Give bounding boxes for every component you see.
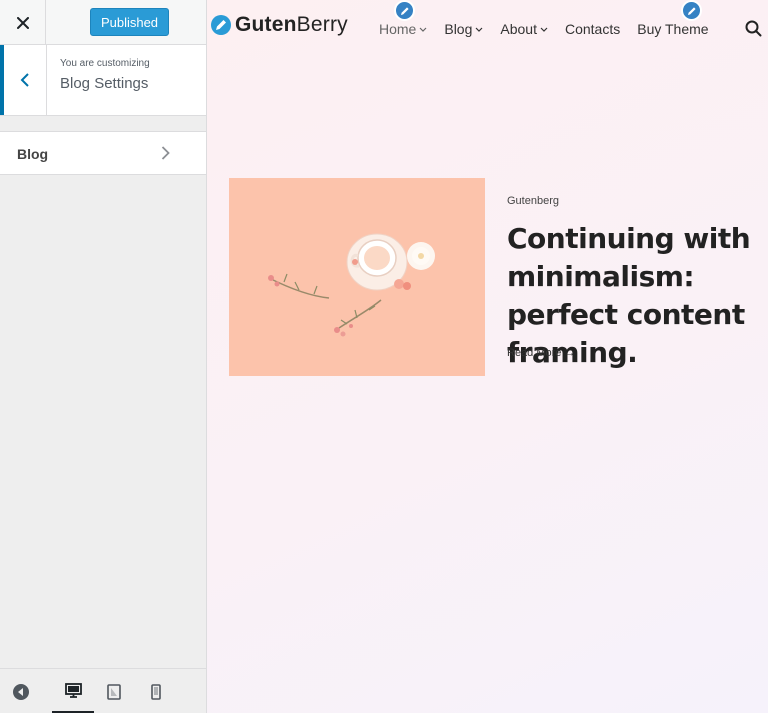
- site-title: GutenBerry: [235, 13, 348, 36]
- close-customizer-button[interactable]: [0, 0, 46, 45]
- pencil-logo-icon: [211, 15, 231, 35]
- nav-label: Blog: [444, 21, 473, 37]
- search-icon: [745, 20, 762, 37]
- site-logo[interactable]: GutenBerry: [210, 13, 348, 37]
- post-featured-image[interactable]: [229, 178, 485, 376]
- chevron-right-icon: [161, 146, 170, 160]
- read-more-link[interactable]: Read More →: [507, 347, 575, 359]
- post-category-link[interactable]: Gutenberg: [507, 195, 559, 207]
- chevron-down-icon: [419, 27, 427, 32]
- edit-shortcut-menu-button[interactable]: [681, 0, 702, 21]
- desktop-icon: [64, 682, 82, 698]
- panel-item-label: Blog: [17, 146, 49, 162]
- close-icon: [16, 16, 29, 29]
- panel-item-blog[interactable]: Blog: [0, 131, 206, 175]
- nav-item-home[interactable]: Home: [379, 21, 427, 37]
- edit-shortcut-nav-button[interactable]: [394, 0, 415, 21]
- teacup-flowers-image: [229, 178, 485, 376]
- search-button[interactable]: [745, 20, 762, 42]
- nav-item-contacts[interactable]: Contacts: [565, 21, 620, 37]
- nav-item-blog[interactable]: Blog: [444, 21, 483, 37]
- nav-item-buy-theme[interactable]: Buy Theme: [637, 21, 708, 37]
- preview-mobile-button[interactable]: [144, 669, 168, 713]
- preview-desktop-button[interactable]: [52, 669, 94, 713]
- tablet-icon: [107, 683, 121, 700]
- section-header: You are customizing Blog Settings: [0, 45, 206, 116]
- pencil-icon: [687, 6, 696, 15]
- customizer-header: Published: [0, 0, 206, 45]
- customizer-footer: [0, 668, 206, 713]
- section-title: Blog Settings: [60, 75, 149, 92]
- publish-button[interactable]: Published: [90, 8, 169, 36]
- nav-label: Home: [379, 21, 417, 37]
- chevron-down-icon: [475, 27, 483, 32]
- site-preview: GutenBerry Home Blog About Contacts Buy …: [207, 0, 768, 713]
- collapse-icon: [13, 683, 29, 700]
- collapse-sidebar-button[interactable]: [8, 669, 34, 713]
- nav-label: About: [500, 21, 537, 37]
- nav-item-about[interactable]: About: [500, 21, 548, 37]
- back-button[interactable]: [0, 45, 47, 115]
- customizer-sidebar: Published You are customizing Blog Setti…: [0, 0, 207, 713]
- customizing-label: You are customizing: [60, 58, 150, 69]
- pencil-icon: [400, 6, 409, 15]
- chevron-left-icon: [20, 73, 29, 87]
- nav-label: Buy Theme: [637, 21, 709, 37]
- nav-label: Contacts: [564, 21, 621, 37]
- preview-tablet-button[interactable]: [100, 669, 128, 713]
- chevron-down-icon: [540, 27, 548, 32]
- primary-nav: Home Blog About Contacts Buy Theme: [379, 21, 726, 37]
- mobile-icon: [151, 683, 161, 700]
